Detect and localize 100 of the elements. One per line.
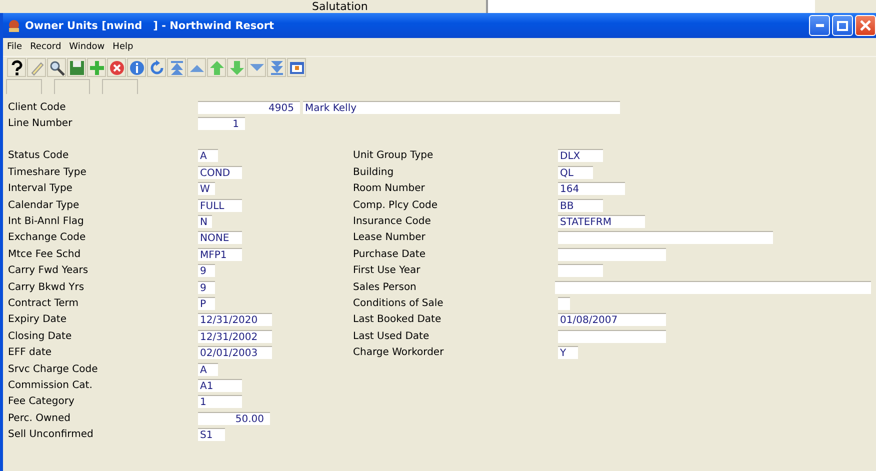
prev-button[interactable]	[187, 58, 206, 77]
field-label: Sales Person	[353, 282, 418, 293]
field-label: Last Booked Date	[353, 314, 442, 326]
up-icon	[208, 60, 224, 76]
status-panel	[54, 79, 90, 94]
maximize-icon	[837, 20, 848, 30]
input-field[interactable]: 12/31/2002	[198, 330, 272, 343]
first-icon	[168, 60, 184, 76]
input-field[interactable]: 9	[198, 264, 215, 278]
maximize-button[interactable]	[832, 15, 853, 36]
field-label: Commission Cat.	[8, 380, 94, 391]
refresh-button[interactable]	[147, 58, 166, 77]
input-field[interactable]: FULL	[198, 198, 242, 212]
field-label: Last Used Date	[353, 330, 430, 342]
input-field[interactable]: A1	[198, 378, 242, 392]
info-icon	[128, 60, 144, 76]
up-button[interactable]	[207, 58, 226, 77]
field-label: Timeshare Type	[8, 166, 88, 178]
input-field[interactable]: 4905	[198, 100, 300, 114]
field-label: Expiry Date	[8, 314, 68, 326]
first-button[interactable]	[167, 58, 186, 77]
input-field[interactable]: MFP1	[198, 248, 242, 261]
menu-item[interactable]: Help	[112, 42, 134, 52]
input-field[interactable]: A	[198, 362, 218, 376]
input-field[interactable]: STATEFRM	[558, 215, 645, 228]
input-field[interactable]: A	[198, 149, 218, 162]
input-field[interactable]: 1	[198, 395, 242, 408]
help-icon	[8, 60, 24, 76]
field-label: Fee Category	[8, 396, 76, 408]
window-icon	[288, 60, 304, 76]
field-label: Client Code	[8, 102, 67, 113]
input-field[interactable]: Y	[558, 346, 578, 360]
app-icon	[7, 18, 21, 32]
field-label: Srvc Charge Code	[8, 364, 99, 375]
input-field[interactable]: P	[198, 296, 215, 310]
info-button[interactable]	[127, 58, 146, 77]
input-field[interactable]	[555, 280, 871, 294]
status-panel	[102, 79, 138, 94]
field-label: Int Bi-Annl Flag	[8, 216, 85, 228]
stop-button[interactable]	[107, 58, 126, 77]
minimize-icon	[816, 24, 824, 27]
input-field[interactable]: NONE	[198, 231, 242, 244]
input-field[interactable]	[558, 296, 570, 310]
input-field[interactable]: QL	[558, 166, 593, 179]
field-label: Status Code	[8, 150, 70, 162]
input-field[interactable]: W	[198, 182, 215, 196]
field-label: Calendar Type	[8, 200, 80, 211]
refresh-icon	[148, 60, 164, 76]
field-label: Conditions of Sale	[353, 298, 444, 309]
field-label: Comp. Plcy Code	[353, 200, 439, 211]
field-label: First Use Year	[353, 265, 422, 276]
field-label: Unit Group Type	[353, 150, 434, 162]
field-label: Carry Fwd Years	[8, 265, 90, 276]
input-field[interactable]	[558, 248, 666, 261]
field-label: Line Number	[8, 118, 74, 130]
input-field[interactable]: 01/08/2007	[558, 313, 666, 326]
input-field[interactable]	[558, 330, 666, 343]
down-button[interactable]	[227, 58, 246, 77]
input-field[interactable]: 1	[198, 117, 245, 130]
input-field[interactable]: BB	[558, 198, 603, 212]
field-label: Room Number	[353, 183, 426, 194]
input-field[interactable]: 9	[198, 280, 215, 294]
save-button[interactable]	[67, 58, 86, 77]
close-button[interactable]	[855, 15, 876, 36]
field-label: Mtce Fee Schd	[8, 248, 82, 260]
close-icon	[860, 20, 871, 31]
field-label: Lease Number	[353, 232, 426, 244]
input-field[interactable]: S1	[198, 428, 225, 442]
input-field[interactable]: COND	[198, 166, 242, 179]
field-label: Carry Bkwd Yrs	[8, 282, 86, 293]
input-field[interactable]	[558, 264, 603, 278]
input-field[interactable]: N	[198, 215, 212, 228]
input-field[interactable]	[558, 231, 773, 244]
name-field[interactable]: Mark Kelly	[303, 100, 620, 114]
input-field[interactable]: 50.00	[198, 412, 270, 425]
menu-item[interactable]: Window	[69, 42, 105, 52]
field-label: Building	[353, 166, 395, 178]
last-icon	[268, 60, 284, 76]
field-label: EFF date	[8, 347, 53, 358]
field-label: Closing Date	[8, 330, 73, 342]
menu-item[interactable]: File	[7, 42, 22, 52]
last-button[interactable]	[267, 58, 286, 77]
menu-item[interactable]: Record	[30, 42, 62, 52]
search-button[interactable]	[47, 58, 66, 77]
field-label: Contract Term	[8, 298, 80, 309]
field-label: Insurance Code	[353, 216, 432, 228]
help-button[interactable]	[7, 58, 26, 77]
input-field[interactable]: DLX	[558, 149, 603, 162]
next-button[interactable]	[247, 58, 266, 77]
window-button[interactable]	[287, 58, 306, 77]
input-field[interactable]: 02/01/2003	[198, 346, 272, 360]
input-field[interactable]: 12/31/2020	[198, 313, 272, 326]
field-label: Sell Unconfirmed	[8, 429, 94, 440]
field-label: Purchase Date	[353, 248, 426, 260]
search-icon	[48, 60, 64, 76]
plus-button[interactable]	[87, 58, 106, 77]
field-label: Salutation	[312, 0, 368, 13]
input-field[interactable]: 164	[558, 182, 625, 196]
plus-icon	[88, 60, 104, 76]
minimize-button[interactable]	[809, 15, 830, 36]
